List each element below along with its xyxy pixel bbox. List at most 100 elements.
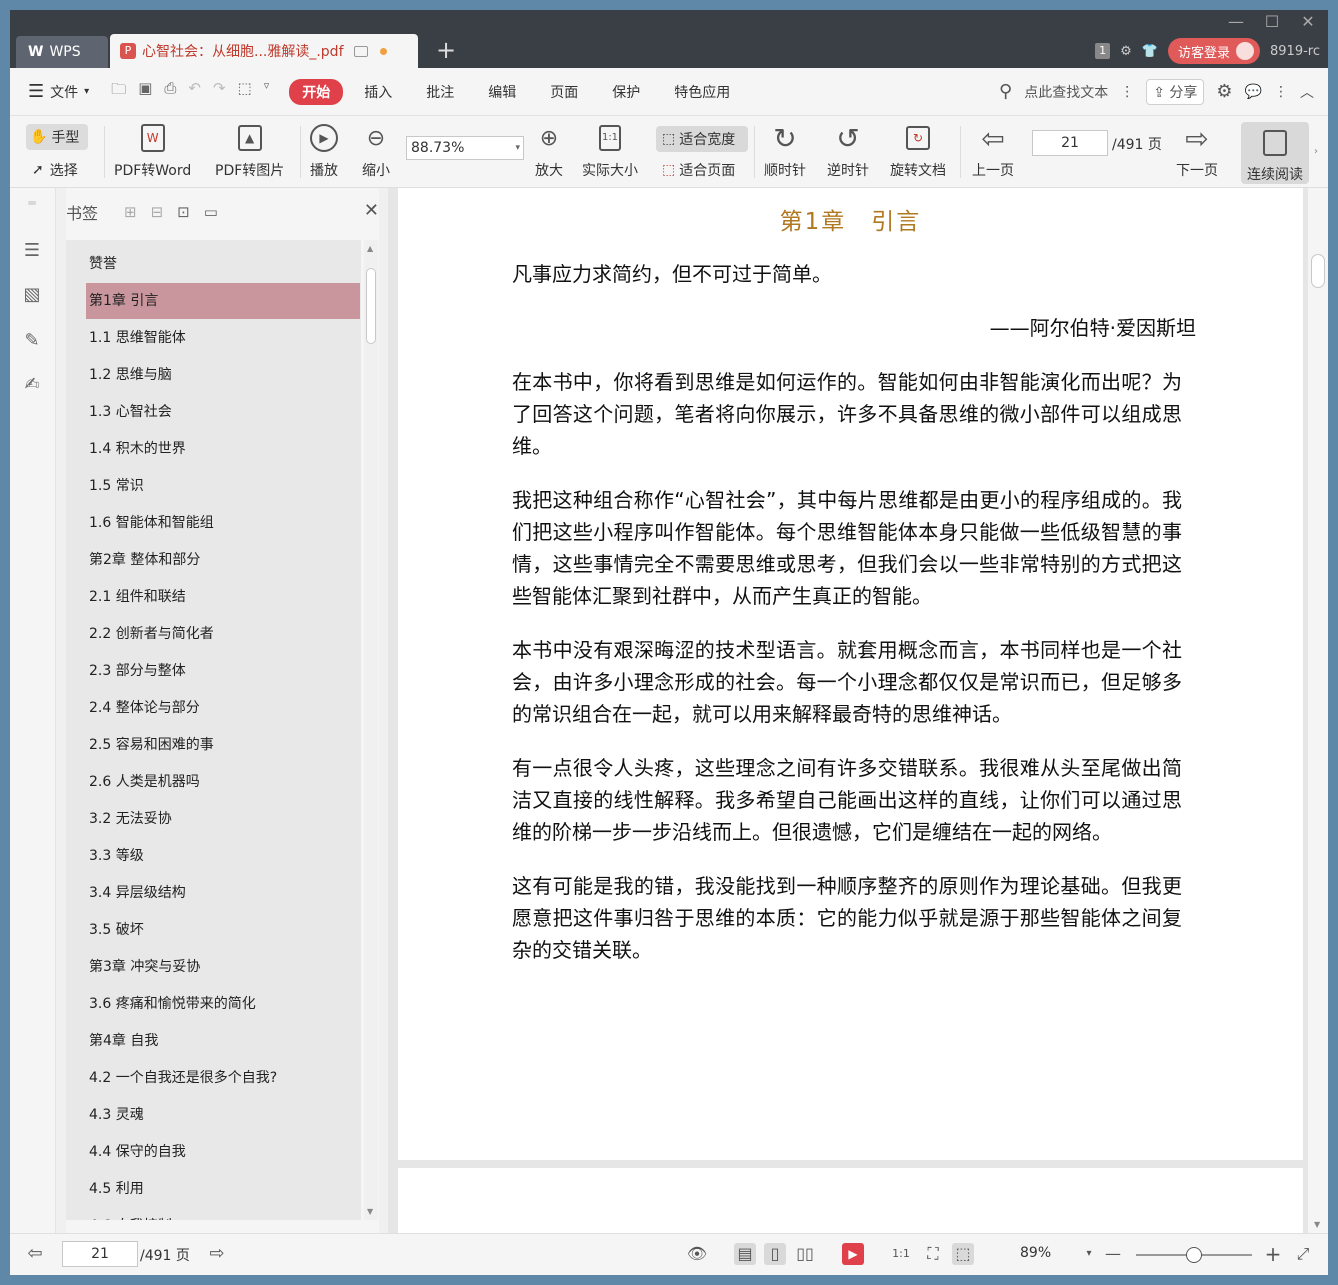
wps-home-tab[interactable]: W WPS [16,36,108,68]
fullscreen-icon[interactable]: ⤢ [1292,1243,1314,1265]
play-button[interactable]: ▶ 播放 [310,122,338,180]
bookmark-item[interactable]: 3.6 疼痛和愉悦带来的简化 [86,986,360,1022]
bookmark-scrollbar[interactable]: ▲ ▼ [364,240,378,1220]
share-button[interactable]: ⇪ 分享 [1146,78,1205,105]
redo-icon[interactable]: ↷ [213,79,226,104]
page-number-input[interactable]: 21 [1032,130,1108,156]
pdf-to-word-button[interactable]: W PDF转Word [114,122,191,180]
rotate-document-button[interactable]: ↻ 旋转文档 [890,122,946,180]
pdf-to-image-button[interactable]: ▲ PDF转图片 [215,122,284,180]
continuous-reading-button[interactable]: 连续阅读 [1241,122,1309,184]
document-scroll-thumb[interactable] [1311,254,1325,288]
collapse-ribbon-icon[interactable]: ︿ [1300,82,1314,102]
arrow-right-icon[interactable]: ⇨ [206,1243,228,1265]
bookmark-item[interactable]: 赞誉 [86,246,360,282]
zoom-out-button[interactable]: ⊖ 缩小 [362,122,390,180]
chevron-down-icon[interactable]: ▾ [1078,1243,1100,1265]
eye-icon[interactable]: 👁 [686,1243,708,1265]
kebab-icon[interactable]: ⋮ [1120,84,1134,100]
fit-page-icon[interactable]: ⛶ [922,1243,944,1265]
bookmark-item[interactable]: 1.1 思维智能体 [86,320,360,356]
bookmark-item[interactable]: 1.6 智能体和智能组 [86,505,360,541]
bookmark-item[interactable]: 2.6 人类是机器吗 [86,764,360,800]
rotate-clockwise-button[interactable]: ↻ 顺时针 [764,122,806,180]
ribbon-tab[interactable]: 保护 [599,79,653,105]
zoom-slider-knob[interactable] [1186,1247,1202,1263]
bookmark-item[interactable]: 3.3 等级 [86,838,360,874]
signature-icon[interactable]: ✍ [22,374,42,395]
maximize-icon[interactable]: ☐ [1262,12,1282,32]
select-tool-button[interactable]: ➚ 选择 [32,160,78,180]
bookmark-item[interactable]: 4.4 保守的自我 [86,1134,360,1170]
bookmark-scroll-thumb[interactable] [366,268,376,344]
zoom-slider[interactable] [1136,1247,1252,1263]
bookmark-item[interactable]: 2.1 组件和联结 [86,579,360,615]
minimize-icon[interactable]: — [1226,12,1246,32]
bookmark-item[interactable]: 1.4 积木的世界 [86,431,360,467]
export-icon[interactable]: ⬚ [238,79,252,104]
bookmark-item[interactable]: 4.3 灵魂 [86,1097,360,1133]
bookmark-item[interactable]: 1.5 常识 [86,468,360,504]
collapse-all-icon[interactable]: ⊟ [151,203,164,221]
thumbnail-icon[interactable]: ▧ [22,284,42,305]
bookmark-item[interactable]: 2.2 创新者与简化者 [86,616,360,652]
next-page-button[interactable]: ⇨ 下一页 [1176,122,1218,180]
window-count-badge[interactable]: 1 [1095,43,1111,59]
find-text-label[interactable]: 点此查找文本 [1024,82,1108,102]
bookmark-item[interactable]: 4.6 自我控制 [86,1208,360,1220]
document-scrollbar[interactable]: ▼ [1308,188,1328,1233]
actual-size-icon[interactable]: 1:1 [890,1243,912,1265]
add-bookmark-icon[interactable]: ⊡ [177,203,190,221]
ribbon-tab[interactable]: 页面 [537,79,591,105]
annotation-icon[interactable]: ✎ [22,330,42,351]
fit-width-icon[interactable]: ⬚ [952,1243,974,1265]
outline-icon[interactable]: ☰ [22,240,42,261]
more-icon[interactable]: ⋮ [1274,84,1288,100]
bookmark-item[interactable]: 2.4 整体论与部分 [86,690,360,726]
bookmark-item[interactable]: 1.2 思维与脑 [86,357,360,393]
undo-icon[interactable]: ↶ [188,79,201,104]
zoom-out-icon[interactable]: — [1102,1243,1124,1265]
ribbon-tab[interactable]: 批注 [413,79,467,105]
close-panel-icon[interactable]: ✕ [364,200,379,221]
login-button[interactable]: 访客登录 [1168,38,1261,64]
continuous-view-icon[interactable]: ▤ [734,1243,756,1265]
document-viewport[interactable]: 第1章 引言 凡事应力求简约，但不可过于简单。 ——阿尔伯特·爱因斯坦 在本书中… [388,188,1328,1233]
status-page-input[interactable]: 21 [62,1241,138,1267]
scroll-up-icon[interactable]: ▲ [367,244,373,253]
chevron-right-icon[interactable]: › [1314,146,1318,157]
comment-icon[interactable]: 💬 [1245,84,1262,100]
chevron-down-icon[interactable]: ▾ [515,137,520,159]
actual-size-button[interactable]: 1:1 实际大小 [582,122,638,180]
bookmark-item[interactable]: 第4章 自我 [86,1023,360,1059]
save-icon[interactable]: ▣ [138,79,152,104]
bookmark-item[interactable]: 第2章 整体和部分 [86,542,360,578]
close-icon[interactable]: ✕ [1298,12,1318,32]
single-page-icon[interactable]: ▯ [764,1243,786,1265]
bookmark-item[interactable]: 3.2 无法妥协 [86,801,360,837]
bookmark-item[interactable]: 3.5 破坏 [86,912,360,948]
scroll-down-icon[interactable]: ▼ [367,1207,373,1216]
print-icon[interactable]: ⎙ [164,79,176,104]
file-menu[interactable]: ☰ 文件 ▾ [28,81,89,102]
drag-handle-icon[interactable]: ═ [22,196,42,216]
document-tab[interactable]: P 心智社会：从细胞...雅解读_.pdf [110,34,418,68]
more-quick-icon[interactable]: ▿ [264,79,270,104]
new-tab-button[interactable]: + [434,38,458,62]
bookmark-item[interactable]: 3.4 异层级结构 [86,875,360,911]
ribbon-tab[interactable]: 开始 [289,78,344,105]
open-icon[interactable]: 🗀 [111,79,126,104]
gear-icon[interactable]: ⚙ [1216,81,1232,102]
cloud-sync-icon[interactable]: ⚙ [1120,44,1132,59]
status-zoom-value[interactable]: 89% [1020,1245,1051,1261]
rotate-counter-button[interactable]: ↺ 逆时针 [827,122,869,180]
skin-icon[interactable]: 👕 [1142,44,1158,59]
ribbon-tab[interactable]: 插入 [351,79,405,105]
bookmark-item[interactable]: 4.2 一个自我还是很多个自我? [86,1060,360,1096]
zoom-input[interactable]: 88.73% ▾ [406,136,524,160]
bookmark-item[interactable]: 1.3 心智社会 [86,394,360,430]
search-icon[interactable]: ⚲ [999,81,1012,102]
bookmark-item[interactable]: 2.3 部分与整体 [86,653,360,689]
fit-page-button[interactable]: ⬚ 适合页面 [662,160,735,180]
arrow-left-icon[interactable]: ⇦ [24,1243,46,1265]
